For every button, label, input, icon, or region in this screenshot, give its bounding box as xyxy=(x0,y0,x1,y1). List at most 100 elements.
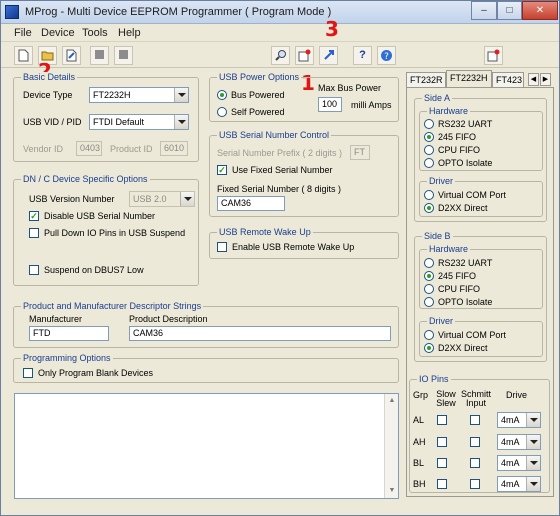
io-bh-slow-checkbox[interactable] xyxy=(437,479,447,489)
usb-power-legend: USB Power Options xyxy=(217,72,302,83)
log-scrollbar[interactable]: ▲ ▼ xyxy=(384,394,398,498)
io-bl-drive-select[interactable]: 4mA xyxy=(497,455,541,471)
menu-file[interactable]: File xyxy=(14,27,32,39)
side-b-245fifo-radio[interactable] xyxy=(424,271,434,281)
serial-prefix-field[interactable]: FT xyxy=(350,145,370,160)
vendor-id-field[interactable]: 0403 xyxy=(76,141,102,156)
basic-details-group: Basic Details Device Type FT2232H USB VI… xyxy=(13,72,199,162)
about-button[interactable]: ? xyxy=(377,46,396,65)
program-all-button[interactable] xyxy=(319,46,338,65)
side-a-245fifo-label: 245 FIFO xyxy=(438,132,477,142)
close-button[interactable]: ✕ xyxy=(522,1,558,20)
window-title: MProg - Multi Device EEPROM Programmer (… xyxy=(25,6,332,18)
scroll-down-icon[interactable]: ▼ xyxy=(387,486,397,496)
side-b-cpufifo-label: CPU FIFO xyxy=(438,284,480,294)
tab-ft4232h[interactable]: FT423 xyxy=(492,72,524,87)
io-al-slow-checkbox[interactable] xyxy=(437,415,447,425)
side-a-vcp-radio[interactable] xyxy=(424,190,434,200)
app-icon xyxy=(5,5,19,19)
suspend-dbus7-label: Suspend on DBUS7 Low xyxy=(44,265,144,275)
tab-ft2232h[interactable]: FT2232H xyxy=(446,70,492,87)
exit-button[interactable] xyxy=(484,46,503,65)
side-b-d2xx-label: D2XX Direct xyxy=(438,343,488,353)
side-b-hardware-legend: Hardware xyxy=(427,244,471,255)
program-button[interactable] xyxy=(295,46,314,65)
stop-all-button[interactable] xyxy=(114,46,133,65)
side-a-d2xx-radio[interactable] xyxy=(424,203,434,213)
usb-version-select[interactable]: USB 2.0 xyxy=(129,191,195,207)
io-al-schmitt-checkbox[interactable] xyxy=(470,415,480,425)
io-row-al-label: AL xyxy=(413,415,425,425)
side-a-vcp-label: Virtual COM Port xyxy=(438,190,506,200)
main-window: MProg - Multi Device EEPROM Programmer (… xyxy=(0,0,560,516)
menu-tools[interactable]: Tools xyxy=(82,27,108,39)
manufacturer-field[interactable]: FTD xyxy=(29,326,109,341)
io-ah-slow-checkbox[interactable] xyxy=(437,437,447,447)
io-pins-legend: IO Pins xyxy=(417,374,451,385)
io-ah-drive-select[interactable]: 4mA xyxy=(497,434,541,450)
usb-version-value: USB 2.0 xyxy=(133,194,167,204)
side-a-driver-group: Driver Virtual COM Port D2XX Direct xyxy=(419,176,543,217)
stop-button[interactable] xyxy=(90,46,109,65)
io-bh-schmitt-checkbox[interactable] xyxy=(470,479,480,489)
side-a-cpufifo-label: CPU FIFO xyxy=(438,145,480,155)
product-description-field[interactable]: CAM36 xyxy=(129,326,391,341)
chevron-down-icon xyxy=(174,115,188,129)
product-id-label: Product ID xyxy=(110,144,153,154)
side-b-vcp-radio[interactable] xyxy=(424,330,434,340)
side-b-opto-radio[interactable] xyxy=(424,297,434,307)
device-type-select[interactable]: FT2232H xyxy=(89,87,189,103)
max-bus-power-field[interactable]: 100 xyxy=(318,97,342,112)
side-b-d2xx-radio[interactable] xyxy=(424,343,434,353)
output-log[interactable]: ▲ ▼ xyxy=(14,393,399,499)
io-al-drive-select[interactable]: 4mA xyxy=(497,412,541,428)
vendor-id-label: Vendor ID xyxy=(23,144,64,154)
side-b-cpufifo-radio[interactable] xyxy=(424,284,434,294)
scan-button[interactable] xyxy=(271,46,290,65)
fixed-serial-field[interactable]: CAM36 xyxy=(217,196,285,211)
help-button[interactable]: ? xyxy=(353,46,372,65)
side-b-hardware-group: Hardware RS232 UART 245 FIFO CPU FIFO OP… xyxy=(419,244,543,309)
tab-scroll-right-icon[interactable]: ▶ xyxy=(540,73,551,86)
device-type-label: Device Type xyxy=(23,90,73,100)
side-b-driver-legend: Driver xyxy=(427,316,455,327)
disable-serial-checkbox[interactable]: ✓ xyxy=(29,211,39,221)
maximize-button[interactable]: □ xyxy=(497,1,522,20)
search-icon xyxy=(272,49,289,61)
product-id-field[interactable]: 6010 xyxy=(160,141,188,156)
vidpid-select[interactable]: FTDI Default xyxy=(89,114,189,130)
minimize-button[interactable]: – xyxy=(471,1,497,20)
basic-details-legend: Basic Details xyxy=(21,72,78,83)
self-powered-radio[interactable] xyxy=(217,107,227,117)
side-a-cpufifo-radio[interactable] xyxy=(424,145,434,155)
side-a-245fifo-radio[interactable] xyxy=(424,132,434,142)
bus-powered-radio[interactable] xyxy=(217,90,227,100)
remote-wake-checkbox[interactable] xyxy=(217,242,227,252)
pulldown-checkbox[interactable] xyxy=(29,228,39,238)
side-a-opto-radio[interactable] xyxy=(424,158,434,168)
io-row-bh-label: BH xyxy=(413,479,426,489)
use-fixed-serial-checkbox[interactable]: ✓ xyxy=(217,165,227,175)
side-a-legend: Side A xyxy=(422,93,453,104)
chevron-down-icon xyxy=(174,88,188,102)
remote-wake-label: Enable USB Remote Wake Up xyxy=(232,242,355,252)
tab-ft232r[interactable]: FT232R xyxy=(406,72,446,87)
io-ah-schmitt-checkbox[interactable] xyxy=(470,437,480,447)
side-a-opto-label: OPTO Isolate xyxy=(438,158,493,168)
side-b-opto-label: OPTO Isolate xyxy=(438,297,493,307)
new-button[interactable] xyxy=(14,46,33,65)
menu-help[interactable]: Help xyxy=(118,27,141,39)
suspend-dbus7-checkbox[interactable] xyxy=(29,265,39,275)
descriptor-legend: Product and Manufacturer Descriptor Stri… xyxy=(21,301,204,312)
side-b-rs232-radio[interactable] xyxy=(424,258,434,268)
side-a-rs232-radio[interactable] xyxy=(424,119,434,129)
menu-device[interactable]: Device xyxy=(41,27,75,39)
max-bus-power-label: Max Bus Power xyxy=(318,83,382,93)
io-bh-drive-select[interactable]: 4mA xyxy=(497,476,541,492)
io-bl-schmitt-checkbox[interactable] xyxy=(470,458,480,468)
io-bl-slow-checkbox[interactable] xyxy=(437,458,447,468)
tab-scroll-left-icon[interactable]: ◀ xyxy=(528,73,539,86)
blank-devices-checkbox[interactable] xyxy=(23,368,33,378)
edit-button[interactable] xyxy=(62,46,81,65)
scroll-up-icon[interactable]: ▲ xyxy=(387,396,397,406)
